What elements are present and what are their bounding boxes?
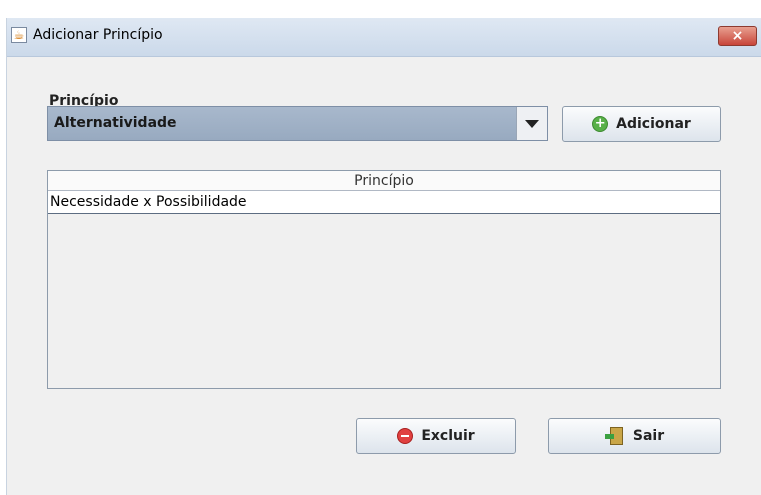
title-bar[interactable]: ☕ Adicionar Princípio ×: [7, 18, 761, 57]
add-icon: +: [592, 116, 609, 132]
window-title: Adicionar Princípio: [33, 27, 163, 43]
combo-dropdown-button[interactable]: [516, 107, 547, 140]
principles-table[interactable]: Princípio Necessidade x Possibilidade: [47, 170, 721, 389]
exit-button-label: Sair: [632, 428, 665, 444]
table-row[interactable]: Necessidade x Possibilidade: [48, 191, 720, 214]
add-button-label: Adicionar: [616, 116, 691, 132]
delete-button-label: Excluir: [421, 428, 475, 444]
add-button[interactable]: + Adicionar: [562, 106, 721, 142]
table-cell-principio: Necessidade x Possibilidade: [50, 194, 247, 210]
principio-combobox[interactable]: Alternatividade: [47, 106, 548, 141]
combo-selected-value: Alternatividade: [54, 115, 177, 131]
java-icon: ☕: [11, 27, 27, 43]
chevron-down-icon: [525, 120, 539, 128]
close-button[interactable]: ×: [718, 26, 757, 46]
exit-button[interactable]: Sair: [548, 418, 721, 454]
dialog-window: ☕ Adicionar Princípio × Princípio Altern…: [6, 18, 761, 495]
delete-button[interactable]: Excluir: [356, 418, 516, 454]
table-header[interactable]: Princípio: [48, 171, 720, 191]
exit-door-icon: [604, 426, 625, 446]
remove-icon: [397, 428, 414, 444]
column-header-principio: Princípio: [354, 173, 414, 189]
